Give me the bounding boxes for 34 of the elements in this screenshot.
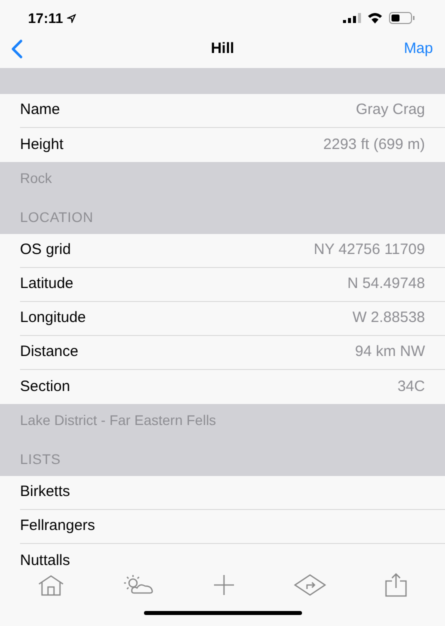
row-label[interactable]: Birketts xyxy=(20,481,70,504)
battery-icon xyxy=(389,12,415,24)
status-time: 17:11 xyxy=(28,8,64,28)
map-button[interactable]: Map xyxy=(395,38,435,60)
row-label: OS grid xyxy=(20,240,71,260)
row-label: Longitude xyxy=(20,308,86,328)
row-label[interactable]: Fellrangers xyxy=(20,515,96,538)
row-value: 34C xyxy=(397,376,425,397)
section-header: LISTS xyxy=(20,450,61,469)
row-value: Gray Crag xyxy=(356,100,425,120)
turn-sign-icon[interactable] xyxy=(294,574,326,596)
signal-icon xyxy=(343,13,361,23)
plus-icon[interactable] xyxy=(213,574,236,596)
section-header: LOCATION xyxy=(20,208,94,227)
row-label: Distance xyxy=(20,342,78,362)
row-value: W 2.88538 xyxy=(352,308,425,328)
location-arrow-icon xyxy=(67,14,76,22)
row-label: Height xyxy=(20,134,64,155)
house-icon[interactable] xyxy=(37,574,66,596)
back-chevron-icon[interactable] xyxy=(10,39,24,59)
row-label: Section xyxy=(20,376,70,397)
wifi-icon xyxy=(367,12,383,24)
row-value: 2293 ft (699 m) xyxy=(323,134,425,155)
nav-title: Hill xyxy=(210,38,234,59)
row-label: Name xyxy=(20,100,60,120)
section-footer: Rock xyxy=(20,168,52,188)
row-value: N 54.49748 xyxy=(347,274,425,294)
share-icon[interactable] xyxy=(384,573,408,597)
section-footer: Lake District - Far Eastern Fells xyxy=(20,410,216,430)
row-label: Latitude xyxy=(20,274,74,294)
sun-cloud-icon[interactable] xyxy=(123,574,156,596)
row-value: NY 42756 11709 xyxy=(314,240,425,260)
row-value: 94 km NW xyxy=(354,342,425,362)
row-label[interactable]: Nuttalls xyxy=(20,550,70,570)
